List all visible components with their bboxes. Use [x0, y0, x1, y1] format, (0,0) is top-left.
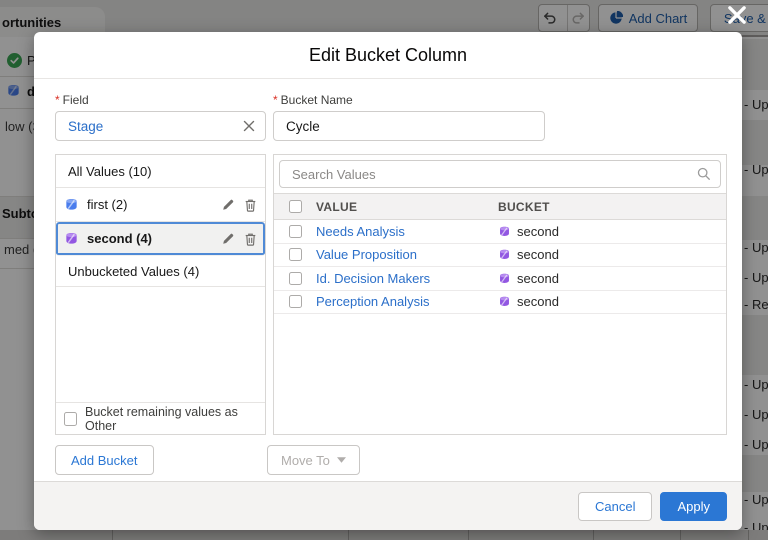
modal-body: *Field Stage *Bucket Name: [34, 79, 742, 481]
bucket-item-second[interactable]: second (4): [56, 222, 265, 256]
value-link[interactable]: Perception Analysis: [316, 294, 498, 309]
field-inputs-row: *Field Stage *Bucket Name: [55, 93, 727, 141]
bucket-name-group: *Bucket Name: [273, 93, 545, 141]
edit-icon[interactable]: [222, 198, 235, 211]
bucket-column-header: BUCKET: [498, 200, 726, 214]
edit-icon[interactable]: [222, 232, 235, 245]
screen: ortunities: [0, 0, 768, 540]
value-link[interactable]: Needs Analysis: [316, 224, 498, 239]
bucket-remaining-checkbox[interactable]: [64, 412, 77, 426]
bucket-panels: All Values (10) first (2): [55, 154, 727, 435]
value-link[interactable]: Id. Decision Makers: [316, 271, 498, 286]
cancel-button[interactable]: Cancel: [578, 492, 652, 521]
row-checkbox[interactable]: [289, 295, 302, 308]
delete-icon[interactable]: [244, 198, 257, 212]
value-link[interactable]: Value Proposition: [316, 247, 498, 262]
edit-bucket-column-modal: Edit Bucket Column *Field Stage: [34, 32, 742, 530]
row-checkbox[interactable]: [289, 272, 302, 285]
modal-footer: Cancel Apply: [34, 481, 742, 530]
bucket-name-label: *Bucket Name: [273, 93, 545, 107]
bucket-remaining-row: Bucket remaining values as Other: [56, 402, 265, 434]
clear-field-icon[interactable]: [243, 120, 255, 132]
bucket-icon: [498, 295, 511, 308]
buckets-list-panel: All Values (10) first (2): [55, 154, 266, 435]
delete-icon[interactable]: [244, 232, 257, 246]
row-checkbox[interactable]: [289, 248, 302, 261]
close-icon[interactable]: [722, 1, 752, 29]
row-checkbox[interactable]: [289, 225, 302, 238]
row-bucket-label: second: [517, 224, 559, 239]
required-marker: *: [55, 93, 60, 107]
row-bucket-label: second: [517, 294, 559, 309]
values-panel: VALUE BUCKET Needs Analysis second Val: [273, 154, 727, 435]
field-value: Stage: [68, 119, 243, 134]
bucket-item-actions: [222, 232, 257, 246]
bucket-item-label: second (4): [87, 231, 152, 246]
table-row: Perception Analysis second: [274, 291, 726, 315]
search-values-wrap: [274, 155, 726, 193]
field-label: *Field: [55, 93, 266, 107]
field-combobox[interactable]: Stage: [55, 111, 266, 141]
row-bucket-label: second: [517, 271, 559, 286]
bucket-item-label: first (2): [87, 197, 127, 212]
bucket-item-first[interactable]: first (2): [56, 188, 265, 222]
bucket-icon: [64, 197, 79, 212]
bucket-remaining-label: Bucket remaining values as Other: [85, 405, 257, 433]
value-column-header: VALUE: [316, 200, 498, 214]
panel-actions: Add Bucket Move To: [55, 445, 727, 475]
all-values-item[interactable]: All Values (10): [56, 155, 265, 188]
bucket-icon: [498, 272, 511, 285]
row-bucket-label: second: [517, 247, 559, 262]
bucket-item-actions: [222, 198, 257, 212]
chevron-down-icon: [337, 457, 346, 463]
apply-button[interactable]: Apply: [660, 492, 727, 521]
values-table-header: VALUE BUCKET: [274, 193, 726, 220]
modal-title: Edit Bucket Column: [309, 45, 467, 66]
required-marker: *: [273, 93, 278, 107]
search-values-input[interactable]: [279, 160, 721, 188]
bucket-icon: [64, 231, 79, 246]
table-row: Id. Decision Makers second: [274, 267, 726, 291]
bucket-name-input[interactable]: [273, 111, 545, 141]
search-icon: [697, 167, 711, 181]
buckets-list-empty-space: [56, 287, 265, 402]
field-group: *Field Stage: [55, 93, 266, 141]
unbucketed-values-item[interactable]: Unbucketed Values (4): [56, 256, 265, 287]
bucket-icon: [498, 248, 511, 261]
table-row: Needs Analysis second: [274, 220, 726, 244]
select-all-checkbox[interactable]: [289, 200, 302, 213]
bucket-icon: [498, 225, 511, 238]
move-to-button[interactable]: Move To: [267, 445, 360, 475]
modal-header: Edit Bucket Column: [34, 32, 742, 79]
table-row: Value Proposition second: [274, 244, 726, 268]
add-bucket-button[interactable]: Add Bucket: [55, 445, 154, 475]
